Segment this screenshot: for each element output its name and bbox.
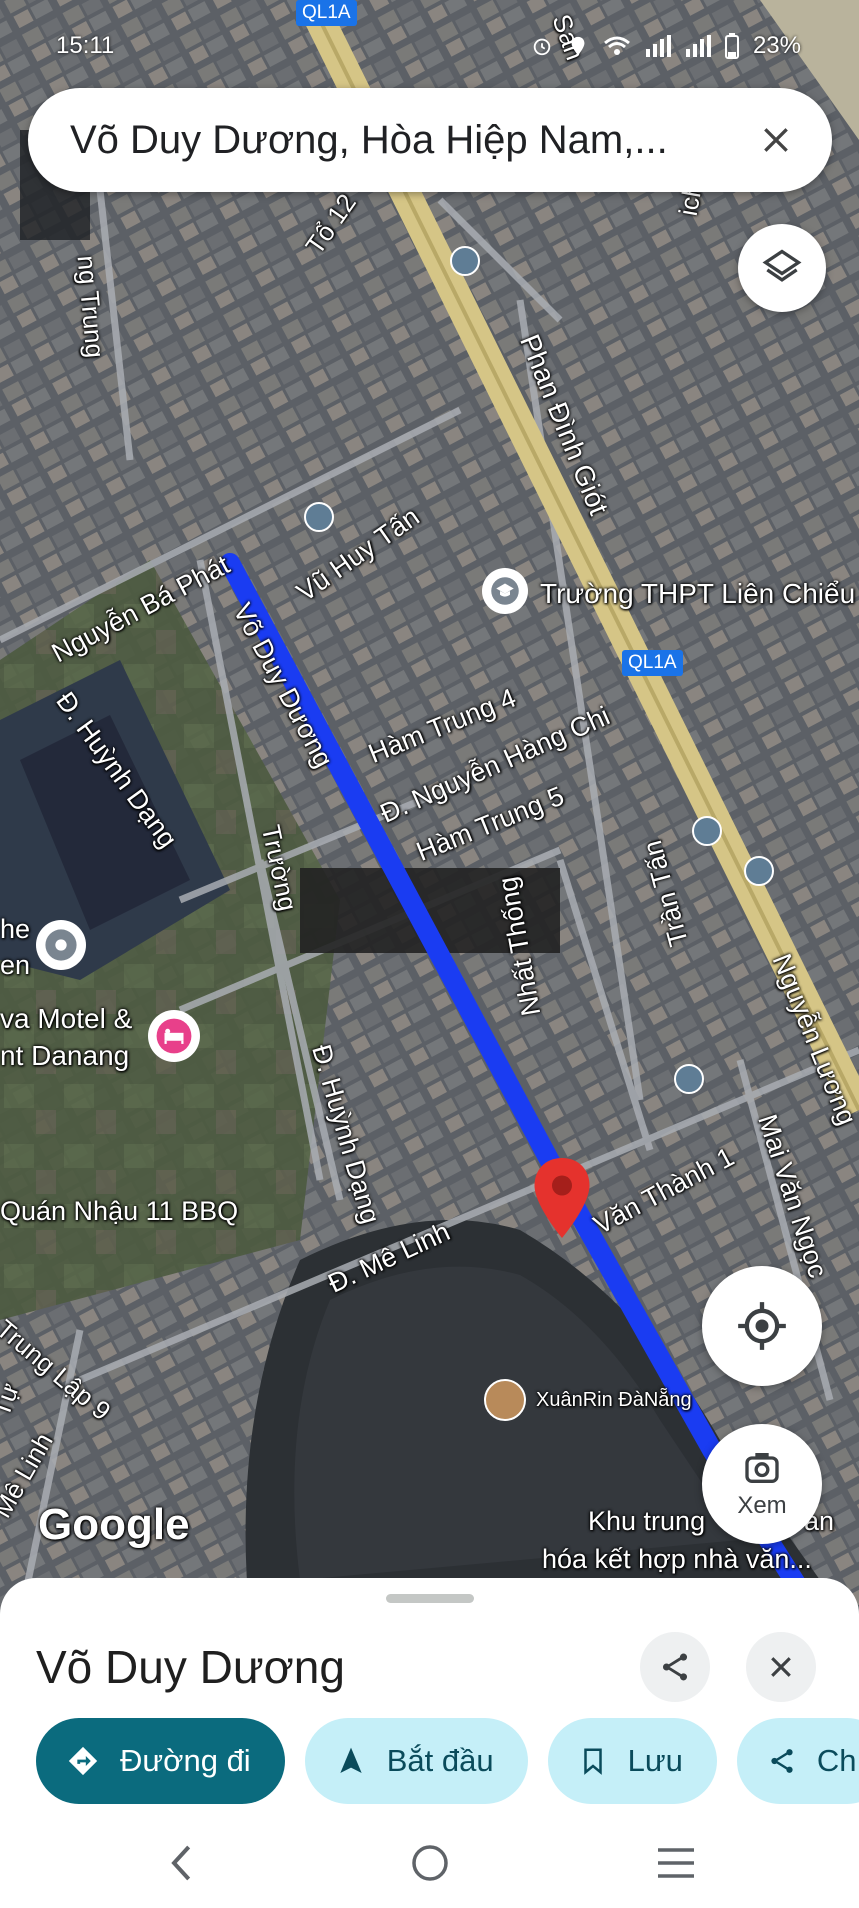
layers-icon	[762, 249, 802, 282]
start-label: Bắt đầu	[386, 1743, 494, 1778]
directions-icon	[68, 1746, 98, 1776]
area-label: Khu trung	[588, 1506, 706, 1536]
poi-label: he	[0, 914, 31, 944]
search-query[interactable]: Võ Duy Dương, Hòa Hiệp Nam,...	[70, 118, 730, 163]
save-button[interactable]: Lưu	[547, 1718, 717, 1804]
status-bar: 15:11 23%	[0, 0, 859, 90]
wifi-icon	[603, 36, 630, 55]
xem-button[interactable]: Xem	[702, 1424, 822, 1544]
camera-lens-icon	[745, 1453, 779, 1483]
share-label: Ch	[816, 1743, 857, 1778]
my-location-button[interactable]	[702, 1266, 822, 1386]
crosshair-icon	[738, 1302, 786, 1350]
system-navigation-bar	[0, 1820, 859, 1908]
save-label: Lưu	[627, 1743, 683, 1778]
layers-button[interactable]	[738, 224, 826, 312]
school-pin[interactable]	[482, 568, 528, 614]
bookmark-icon	[583, 1748, 602, 1775]
bus-stop-icon[interactable]	[304, 502, 334, 532]
start-button[interactable]: Bắt đầu	[304, 1718, 528, 1804]
restaurant-label: Quán Nhậu 11 BBQ	[0, 1196, 239, 1226]
poi-pin[interactable]	[36, 920, 86, 970]
signal-icon	[645, 35, 671, 57]
google-logo: Google	[38, 1500, 190, 1549]
search-bar[interactable]: Võ Duy Dương, Hòa Hiệp Nam,...	[28, 88, 832, 192]
clear-search-button[interactable]	[750, 114, 802, 166]
location-pin-icon[interactable]	[532, 1158, 592, 1238]
share-chip[interactable]: Ch	[736, 1718, 859, 1804]
bed-icon	[156, 1018, 192, 1054]
highway-label: QL1A	[622, 650, 683, 676]
hotel-pin[interactable]	[148, 1010, 200, 1062]
recents-icon	[658, 1848, 694, 1878]
signal-icon	[685, 35, 711, 57]
home-icon	[412, 1845, 448, 1881]
graduation-cap-icon	[491, 577, 519, 605]
battery-level: 23%	[752, 32, 801, 59]
back-button[interactable]	[152, 1838, 212, 1888]
bus-stop-icon[interactable]	[674, 1064, 704, 1094]
area-label: hóa kết hợp nhà văn...	[542, 1544, 812, 1574]
xem-label: Xem	[737, 1492, 787, 1519]
action-chips: Đường đi Bắt đầu Lưu Ch	[36, 1718, 859, 1804]
share-button[interactable]	[640, 1632, 710, 1702]
battery-icon	[724, 33, 739, 59]
hotel-label: nt Danang	[0, 1040, 130, 1071]
close-icon	[771, 1657, 791, 1677]
recents-button[interactable]	[646, 1838, 706, 1888]
place-icon	[45, 929, 77, 961]
share-icon	[771, 1749, 793, 1773]
navigation-arrow-icon	[340, 1747, 362, 1773]
bus-stop-icon[interactable]	[450, 246, 480, 276]
place-title: Võ Duy Dương	[36, 1641, 345, 1693]
close-sheet-button[interactable]	[746, 1632, 816, 1702]
share-icon	[662, 1653, 688, 1681]
bus-stop-icon[interactable]	[744, 856, 774, 886]
home-button[interactable]	[400, 1838, 460, 1888]
directions-button[interactable]: Đường đi	[36, 1718, 285, 1804]
bus-stop-icon[interactable]	[692, 816, 722, 846]
directions-label: Đường đi	[120, 1743, 251, 1778]
poi-label: en	[0, 950, 31, 980]
contributor-marker[interactable]: XuânRin ĐàNẵng	[484, 1378, 692, 1422]
drag-handle[interactable]	[386, 1594, 474, 1603]
school-label: Trường THPT Liên Chiểu	[540, 578, 856, 609]
close-icon	[764, 128, 788, 152]
back-icon	[171, 1845, 191, 1881]
status-time: 15:11	[56, 32, 115, 59]
hotel-label: va Motel &	[0, 1003, 133, 1034]
avatar	[484, 1379, 526, 1421]
contributor-label: XuânRin ĐàNẵng	[536, 1388, 692, 1411]
location-icon	[571, 36, 585, 56]
alarm-icon	[533, 38, 551, 56]
